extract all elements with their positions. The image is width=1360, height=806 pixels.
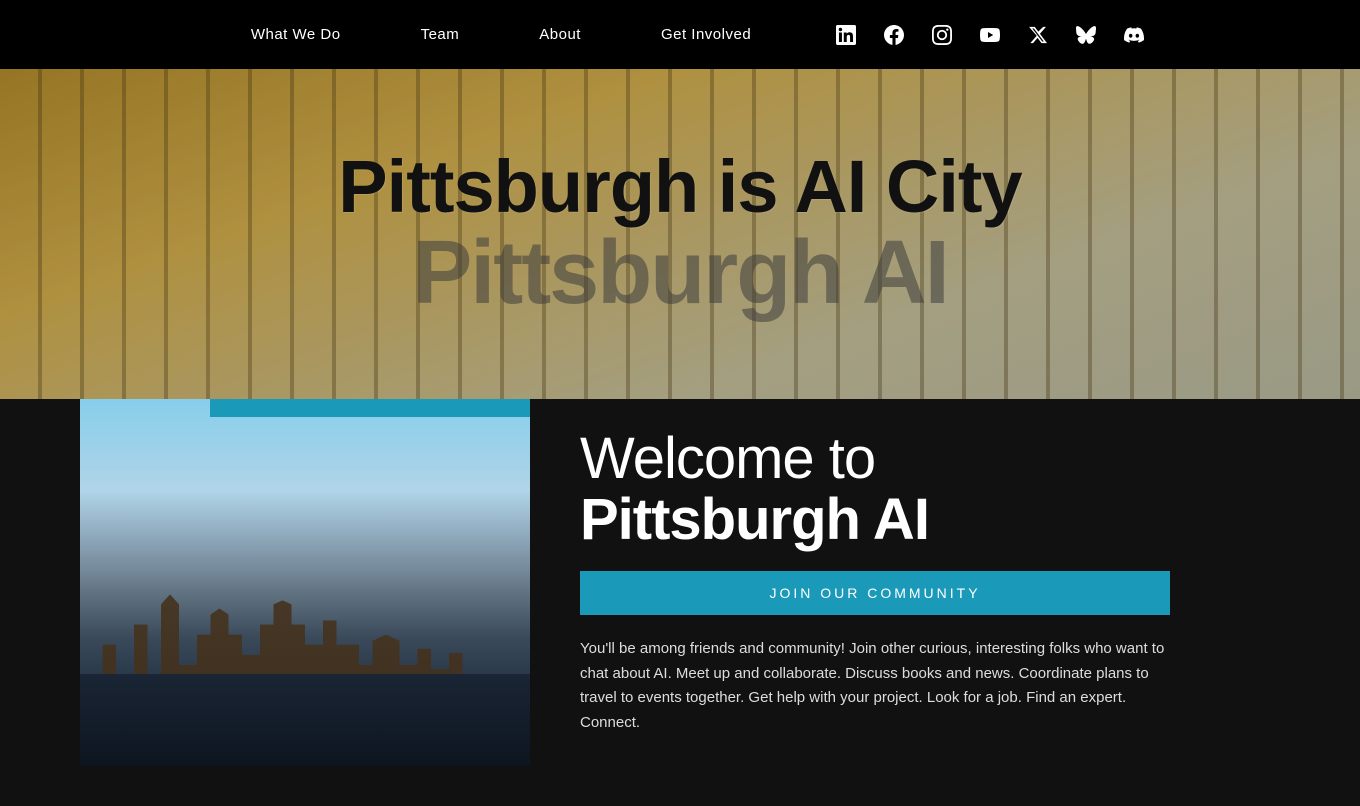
hero-content: Pittsburgh is AI City Pittsburgh AI — [0, 69, 1360, 399]
hero-title: Pittsburgh is AI City — [338, 150, 1021, 224]
instagram-icon[interactable] — [927, 20, 957, 50]
welcome-title: Welcome to Pittsburgh AI — [580, 429, 1240, 551]
content-section: Welcome to Pittsburgh AI Join our Commun… — [0, 399, 1360, 806]
nav-about[interactable]: About — [499, 0, 621, 69]
city-skyline-image — [80, 399, 530, 766]
nav-links: What We Do Team About Get Involved — [211, 0, 791, 69]
navbar: What We Do Team About Get Involved — [0, 0, 1360, 69]
welcome-description: You'll be among friends and community! J… — [580, 637, 1170, 736]
join-community-button[interactable]: Join our Community — [580, 571, 1170, 615]
hero-subtitle: Pittsburgh AI — [412, 228, 948, 318]
nav-team[interactable]: Team — [381, 0, 500, 69]
youtube-icon[interactable] — [975, 20, 1005, 50]
welcome-line1: Welcome to — [580, 426, 875, 491]
nav-get-involved[interactable]: Get Involved — [621, 0, 791, 69]
nav-what-we-do[interactable]: What We Do — [211, 0, 381, 69]
linkedin-icon[interactable] — [831, 20, 861, 50]
twitter-icon[interactable] — [1023, 20, 1053, 50]
bluesky-icon[interactable] — [1071, 20, 1101, 50]
facebook-icon[interactable] — [879, 20, 909, 50]
blue-accent-bar — [210, 399, 530, 417]
social-links — [831, 20, 1149, 50]
welcome-panel: Welcome to Pittsburgh AI Join our Commun… — [530, 399, 1280, 766]
welcome-line2: Pittsburgh AI — [580, 487, 929, 552]
hero-section: Pittsburgh is AI City Pittsburgh AI — [0, 69, 1360, 399]
discord-icon[interactable] — [1119, 20, 1149, 50]
